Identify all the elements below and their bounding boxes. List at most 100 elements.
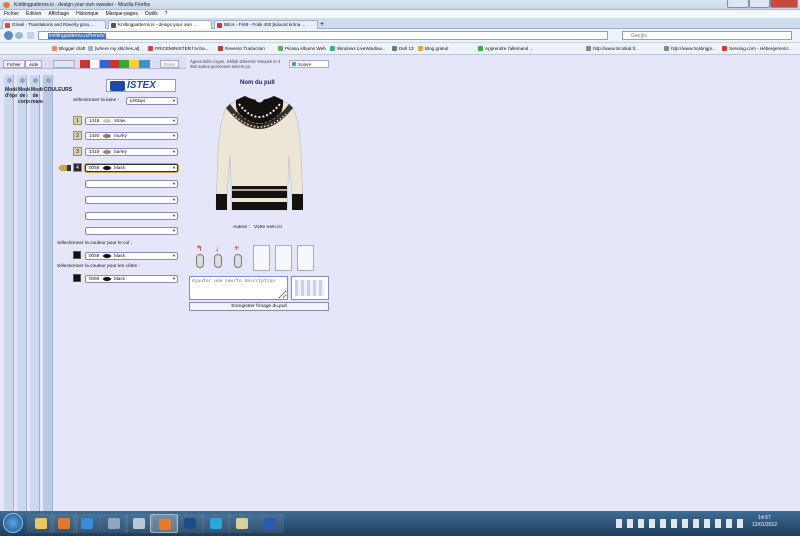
taskbar-app2[interactable] bbox=[125, 514, 153, 533]
tab-shoulder-models[interactable]: Modèles d'épaules bbox=[4, 75, 28, 511]
mouse-left-icon[interactable]: ↰ bbox=[193, 244, 207, 272]
bookmark-item[interactable]: Reverso Traduction bbox=[218, 46, 265, 51]
color-number-badge: 4 bbox=[73, 163, 82, 172]
side-view-icon[interactable] bbox=[275, 245, 292, 271]
bookmark-icon bbox=[722, 46, 727, 51]
menu-edit[interactable]: Édition bbox=[26, 11, 41, 17]
mouse-down-icon[interactable]: ↓ bbox=[211, 244, 225, 272]
chevron-down-icon: ▼ bbox=[172, 181, 176, 186]
color-select-7[interactable]: ▼ bbox=[85, 212, 178, 220]
home-icon[interactable] bbox=[27, 32, 34, 39]
firefox-icon bbox=[3, 2, 10, 8]
bookmark-item[interactable]: http://www.tricotkal.fr... bbox=[586, 46, 639, 51]
taskbar-app[interactable] bbox=[100, 514, 128, 533]
chevron-down-icon: ▼ bbox=[172, 133, 176, 138]
new-tab-button[interactable]: + bbox=[320, 21, 328, 29]
taskbar-word[interactable] bbox=[256, 514, 284, 533]
help-menu-button[interactable]: Aide bbox=[25, 60, 43, 68]
chevron-down-icon: ▼ bbox=[172, 213, 176, 218]
forward-button[interactable] bbox=[15, 32, 23, 39]
chevron-down-icon: ▼ bbox=[172, 149, 176, 154]
bookmark-item[interactable]: http://www.hostingpi... bbox=[664, 46, 716, 51]
system-tray-icons[interactable] bbox=[616, 519, 746, 528]
minimize-button[interactable] bbox=[727, 0, 749, 8]
color-number-badge: 1 bbox=[73, 116, 82, 125]
menu-bookmarks[interactable]: Marque-pages bbox=[106, 11, 138, 17]
author-label: Auteur : bbox=[233, 225, 250, 230]
bookmark-icon bbox=[52, 46, 57, 51]
ribs-color-select[interactable]: 0059 black ▼ bbox=[85, 275, 178, 283]
thumbnail-preview[interactable] bbox=[291, 276, 329, 300]
color-number-badge: 2 bbox=[73, 131, 82, 140]
author-name[interactable]: Votre nom ici bbox=[254, 225, 282, 230]
done-button[interactable]: Done bbox=[160, 60, 179, 68]
tab-knittingpatterns[interactable]: Knittingpatterns.is - design your own ..… bbox=[108, 20, 212, 29]
window-titlebar: Knittingpatterns.is - design your own sw… bbox=[0, 0, 800, 10]
tab-body-models[interactable]: Modèles de corps bbox=[17, 75, 38, 511]
wool-select[interactable]: Léttlopi ▼ bbox=[126, 97, 178, 105]
menu-help[interactable]: ? bbox=[165, 11, 168, 17]
start-button[interactable] bbox=[3, 513, 23, 533]
save-image-button[interactable]: Enregistrer l'image du pull bbox=[189, 302, 329, 311]
bookmark-item[interactable]: Blog gratuit bbox=[418, 46, 448, 51]
bookmark-item[interactable]: Picasa Albums Web bbox=[278, 46, 326, 51]
taskbar-skype[interactable] bbox=[202, 514, 230, 533]
description-input[interactable] bbox=[189, 276, 288, 300]
like-text: Ágnes Dúfu Árgan, Sóllah Sólverstr Yasua… bbox=[190, 59, 281, 69]
taskbar-paint[interactable] bbox=[228, 514, 256, 533]
sweater-preview bbox=[215, 93, 304, 211]
bookmark-item[interactable]: Defi 13 bbox=[392, 46, 414, 51]
bookmark-icon bbox=[330, 46, 335, 51]
bookmark-item[interactable]: PRICEMINISTER l'Acha... bbox=[148, 46, 208, 51]
menu-file[interactable]: Fichier bbox=[4, 11, 19, 17]
istex-logo: ÍSTEX bbox=[106, 79, 176, 92]
front-view-icon[interactable] bbox=[253, 245, 270, 271]
clock: 14:57 12/01/2012 bbox=[752, 515, 778, 528]
back-view-icon[interactable] bbox=[297, 245, 314, 271]
color-select-5[interactable]: ▼ bbox=[85, 180, 178, 188]
tab-sleeve-models[interactable]: Modèles de manches bbox=[30, 75, 53, 511]
taskbar-ie[interactable] bbox=[73, 514, 101, 533]
address-bar[interactable]: knittingpatterns.is/french/ bbox=[38, 31, 608, 40]
bookmark-item[interactable]: Apprendre l'allemand ... bbox=[478, 46, 533, 51]
close-window-button[interactable] bbox=[770, 0, 798, 8]
undo-redo-arrows[interactable] bbox=[53, 60, 75, 68]
bookmark-item[interactable]: Blogger draft bbox=[52, 46, 85, 51]
menu-bar: Fichier Édition Affichage Historique Marque-… bbox=[0, 10, 800, 18]
collar-label: Sélectionner la couleur pour le col : bbox=[57, 241, 132, 246]
ribs-swatch bbox=[73, 274, 81, 282]
color-select-8[interactable]: ▼ bbox=[85, 227, 178, 235]
maximize-button[interactable] bbox=[749, 0, 770, 8]
bookmark-item[interactable]: [where my stitches at] bbox=[88, 46, 139, 51]
tab-gmail[interactable]: Gmail - Translations and Ravelry grou... bbox=[2, 20, 106, 29]
follow-button[interactable]: Suivre bbox=[289, 60, 329, 68]
mouse-plus-icon[interactable]: + bbox=[231, 243, 245, 272]
back-button[interactable] bbox=[4, 31, 13, 40]
twitter-icon bbox=[292, 62, 296, 66]
tab-colors[interactable]: COULEURS bbox=[43, 75, 72, 511]
news-icon bbox=[217, 22, 222, 28]
bookmark-icon bbox=[218, 46, 223, 51]
bookmark-icon bbox=[664, 46, 669, 51]
search-input[interactable]: Google bbox=[622, 31, 792, 40]
menu-tools[interactable]: Outils bbox=[145, 11, 158, 17]
color-select-3[interactable]: 1419 barley ▼ bbox=[85, 148, 178, 156]
tab-bb[interactable]: BB.is - Frétt - Fokk 400 þúsund króna ..… bbox=[214, 20, 318, 29]
window-title: Knittingpatterns.is - design your own sw… bbox=[14, 2, 151, 8]
language-flags[interactable] bbox=[80, 60, 150, 68]
color-select-2[interactable]: 1420 murky ▼ bbox=[85, 132, 178, 140]
bookmark-item[interactable]: Windows LiveWindow... bbox=[330, 46, 385, 51]
taskbar-photoshop[interactable] bbox=[176, 514, 204, 533]
color-select-4[interactable]: 0059 black ▼ bbox=[85, 164, 178, 172]
color-select-6[interactable]: ▼ bbox=[85, 196, 178, 204]
file-menu-button[interactable]: Fichier bbox=[3, 60, 25, 68]
color-select-1[interactable]: 1418 straw ▼ bbox=[85, 117, 178, 125]
menu-history[interactable]: Historique bbox=[76, 11, 99, 17]
bookmarks-toolbar: Blogger draft [where my stitches at] PRICE… bbox=[0, 43, 800, 55]
bookmark-item[interactable]: Servimg.com - Hébergement... bbox=[722, 46, 792, 51]
menu-view[interactable]: Affichage bbox=[48, 11, 69, 17]
taskbar-firefox[interactable] bbox=[150, 514, 178, 533]
yarn-swatch bbox=[103, 165, 112, 170]
ribs-label: Sélectionner la couleur pour les côtes : bbox=[57, 264, 140, 269]
collar-color-select[interactable]: 0059 black ▼ bbox=[85, 252, 178, 260]
